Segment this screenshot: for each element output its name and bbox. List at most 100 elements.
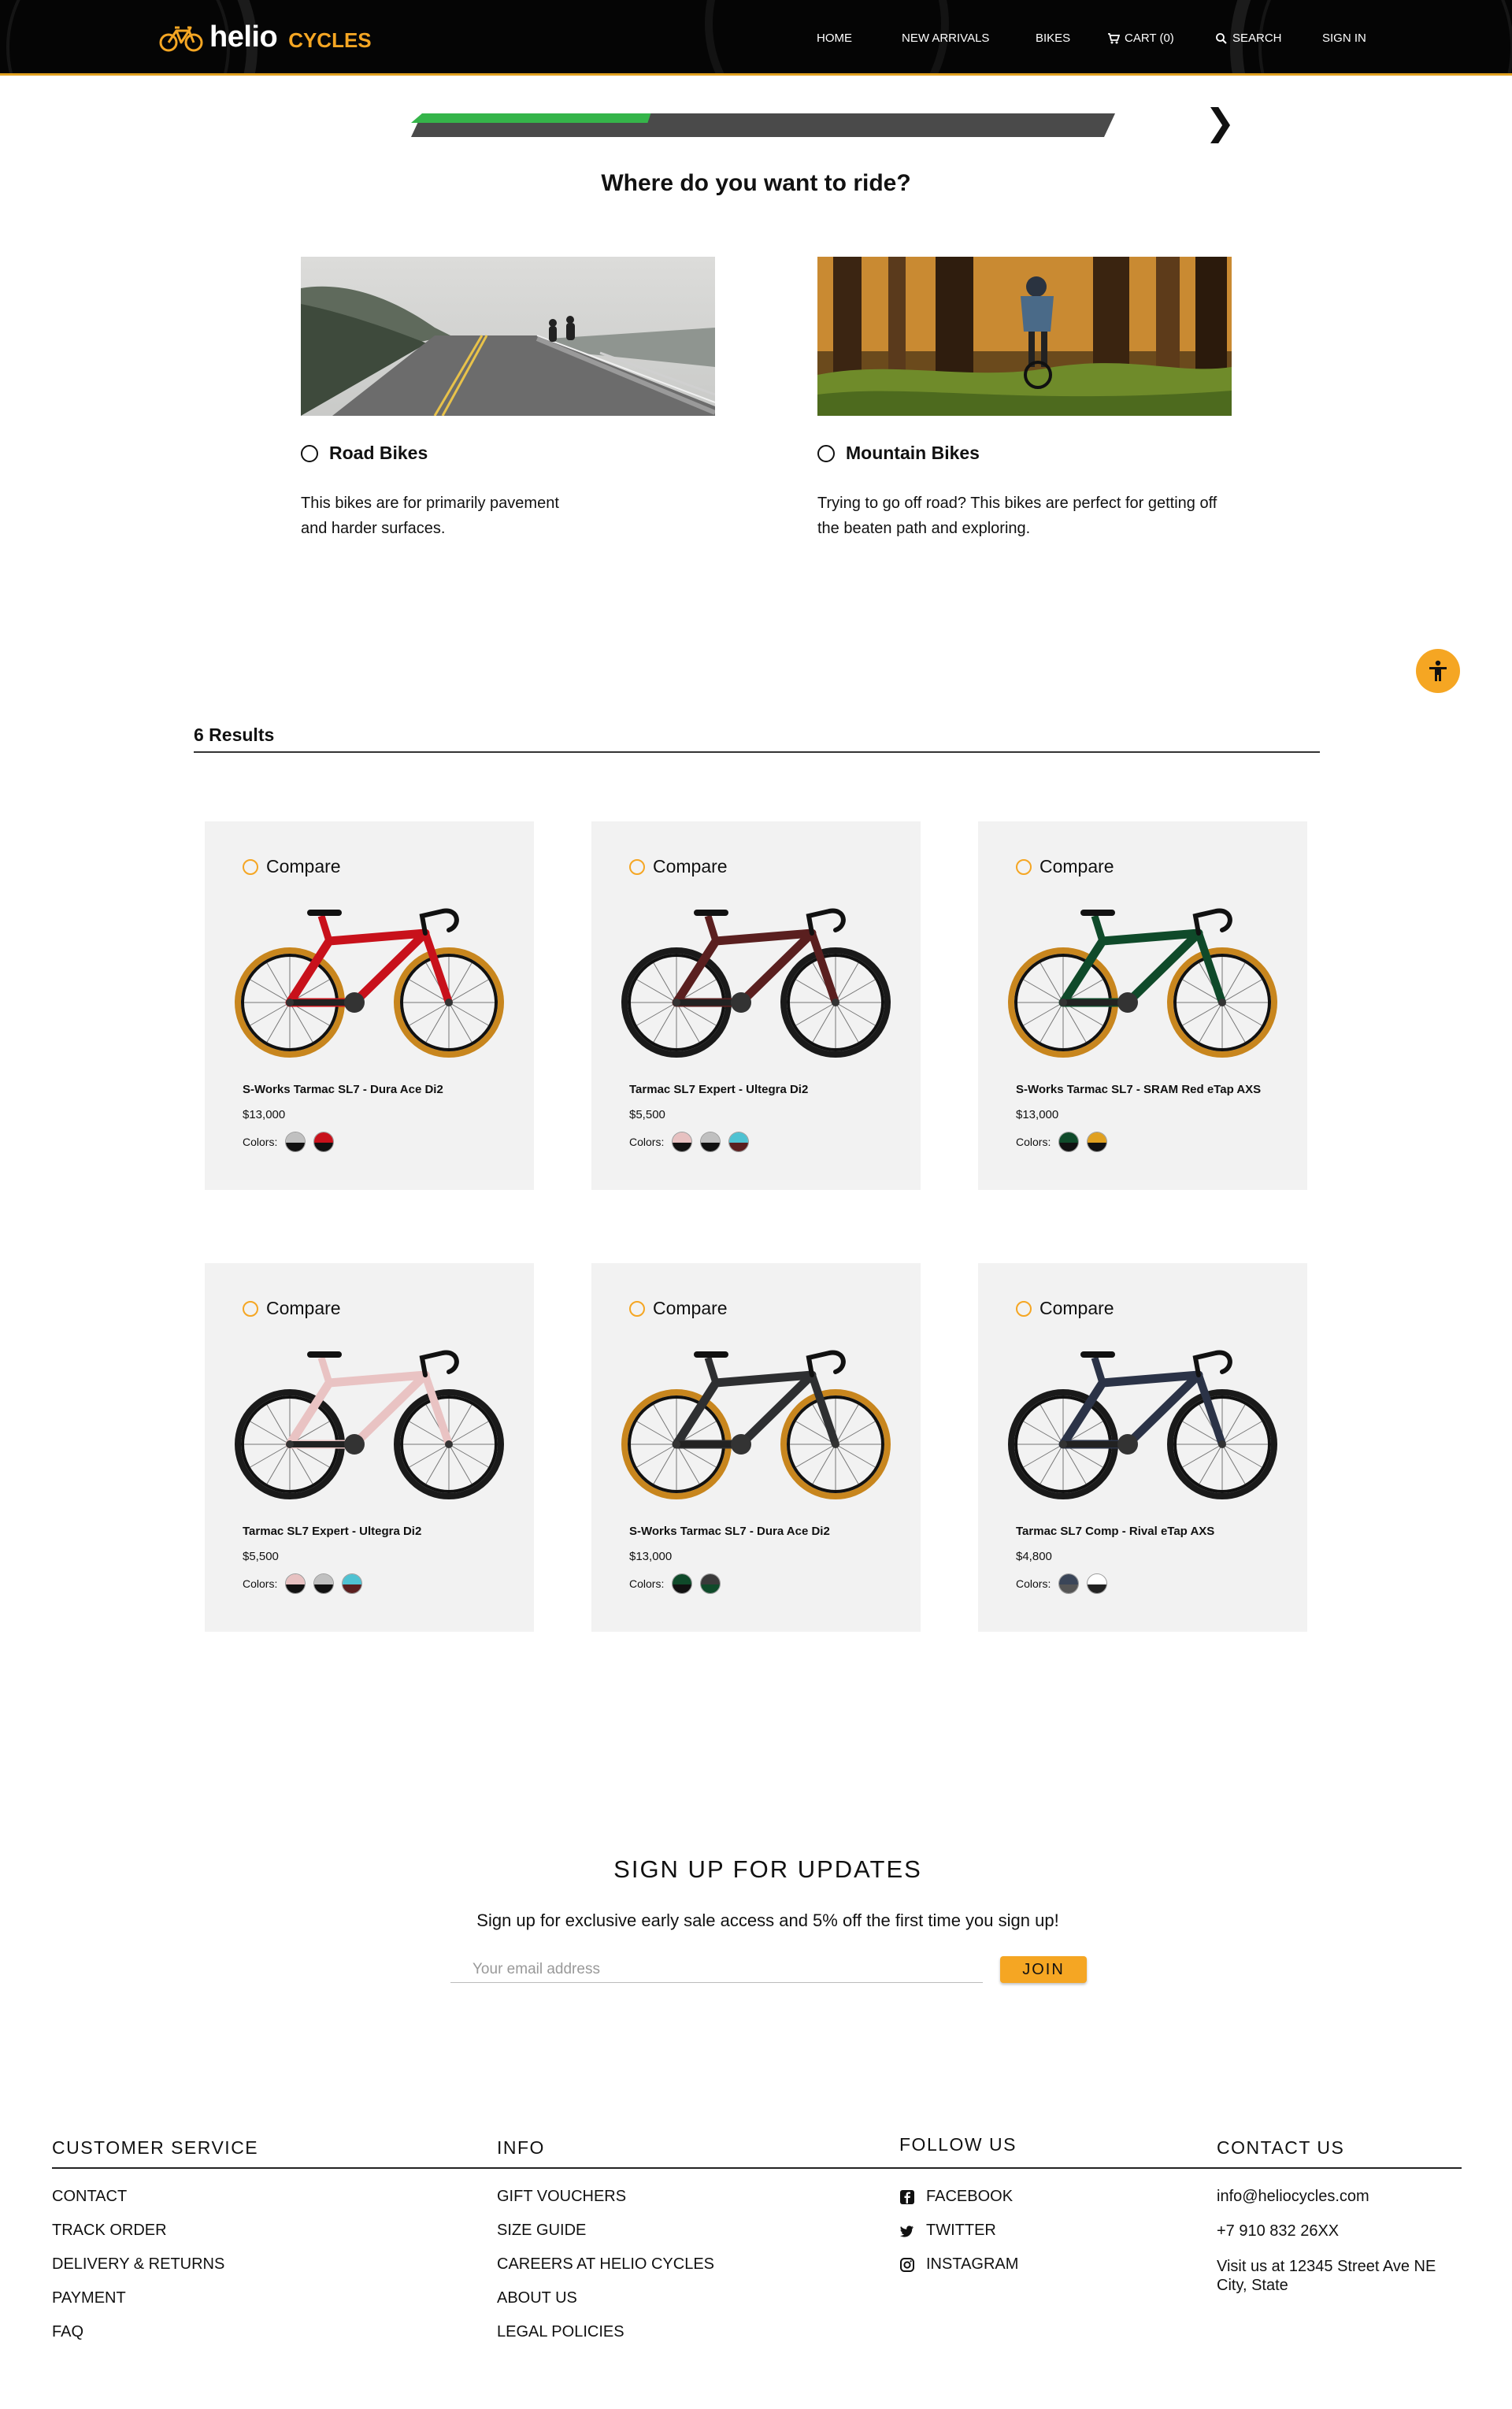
product-price: $13,000: [243, 1108, 286, 1121]
road-bikes-label[interactable]: Road Bikes: [301, 443, 715, 464]
color-swatch[interactable]: [728, 1132, 750, 1152]
footer-link-gift-vouchers[interactable]: GIFT VOUCHERS: [497, 2188, 626, 2206]
product-name[interactable]: Tarmac SL7 Expert - Ultegra Di2: [629, 1083, 808, 1096]
product-name[interactable]: S-Works Tarmac SL7 - SRAM Red eTap AXS: [1016, 1083, 1261, 1096]
footer-follow-us: FOLLOW US FACEBOOK TWITTER INSTAGRAM: [899, 2134, 1018, 2273]
color-swatch[interactable]: [313, 1573, 335, 1594]
color-swatch[interactable]: [1058, 1132, 1080, 1152]
footer-link-about-us[interactable]: ABOUT US: [497, 2289, 577, 2307]
compare-label: Compare: [653, 1298, 728, 1318]
color-options: Colors:: [1016, 1573, 1108, 1594]
compare-toggle[interactable]: Compare: [629, 856, 728, 877]
compare-radio[interactable]: [243, 1300, 258, 1317]
contact-phone[interactable]: +7 910 832 26XX: [1217, 2222, 1339, 2240]
nav-search-label: SEARCH: [1232, 32, 1282, 45]
compare-radio[interactable]: [1016, 1300, 1032, 1317]
compare-radio[interactable]: [629, 1300, 645, 1317]
footer-link-faq[interactable]: FAQ: [52, 2323, 83, 2341]
bike-image: [621, 1350, 891, 1499]
compare-label: Compare: [1040, 1298, 1114, 1318]
compare-toggle[interactable]: Compare: [243, 1298, 341, 1319]
product-name[interactable]: Tarmac SL7 Expert - Ultegra Di2: [243, 1525, 421, 1538]
signup-title: SIGN UP FOR UPDATES: [613, 1855, 922, 1883]
footer-link-track-order[interactable]: TRACK ORDER: [52, 2222, 167, 2240]
next-step-arrow-icon[interactable]: ❯: [1205, 101, 1236, 143]
compare-toggle[interactable]: Compare: [1016, 856, 1114, 877]
join-button[interactable]: JOIN: [1000, 1956, 1087, 1983]
color-swatch[interactable]: [285, 1132, 306, 1152]
footer-link-facebook[interactable]: FACEBOOK: [899, 2188, 1013, 2206]
accessibility-icon: [1429, 660, 1447, 681]
footer-link-twitter[interactable]: TWITTER: [899, 2222, 996, 2240]
contact-address: Visit us at 12345 Street Ave NE City, St…: [1217, 2258, 1436, 2294]
compare-label: Compare: [653, 856, 728, 877]
color-swatch[interactable]: [313, 1132, 335, 1152]
color-swatch[interactable]: [700, 1573, 721, 1594]
accessibility-button[interactable]: [1416, 649, 1460, 693]
footer-heading: INFO: [497, 2137, 545, 2158]
instagram-label: INSTAGRAM: [926, 2255, 1019, 2273]
nav-home[interactable]: HOME: [817, 32, 852, 45]
nav-bikes[interactable]: BIKES: [1036, 32, 1070, 45]
twitter-icon: [899, 2225, 914, 2237]
product-card[interactable]: Compare S-Works Tarmac SL7 - SRAM Red eT…: [978, 821, 1307, 1190]
footer-link-careers[interactable]: CAREERS AT HELIO CYCLES: [497, 2255, 714, 2274]
bike-image: [235, 908, 504, 1058]
color-swatch[interactable]: [342, 1573, 363, 1594]
color-swatch[interactable]: [1087, 1132, 1108, 1152]
road-bikes-radio[interactable]: [301, 444, 318, 462]
option-mountain-bikes[interactable]: Mountain Bikes Trying to go off road? Th…: [817, 257, 1232, 541]
mountain-bikes-title: Mountain Bikes: [846, 443, 980, 463]
color-swatch[interactable]: [672, 1132, 693, 1152]
footer-link-legal-policies[interactable]: LEGAL POLICIES: [497, 2323, 624, 2341]
color-options: Colors:: [629, 1132, 750, 1152]
compare-radio[interactable]: [1016, 858, 1032, 875]
results-count: 6 Results: [194, 725, 275, 745]
footer-divider: [52, 2167, 1462, 2169]
mountain-bikes-radio[interactable]: [817, 444, 835, 462]
color-swatch[interactable]: [672, 1573, 693, 1594]
product-name[interactable]: S-Works Tarmac SL7 - Dura Ace Di2: [243, 1083, 443, 1096]
compare-label: Compare: [266, 856, 341, 877]
wizard-question: Where do you want to ride?: [601, 170, 911, 196]
compare-radio[interactable]: [243, 858, 258, 875]
email-input[interactable]: [450, 1956, 983, 1983]
product-name[interactable]: Tarmac SL7 Comp - Rival eTap AXS: [1016, 1525, 1214, 1538]
compare-toggle[interactable]: Compare: [243, 856, 341, 877]
contact-email[interactable]: info@heliocycles.com: [1217, 2188, 1369, 2206]
product-card[interactable]: Compare S-Works Tarmac SL7 - Dura Ace Di…: [591, 1263, 921, 1632]
progress-fill: [411, 113, 651, 123]
footer-info: INFO GIFT VOUCHERS SIZE GUIDE CAREERS AT…: [497, 2137, 714, 2340]
mountain-bikes-label[interactable]: Mountain Bikes: [817, 443, 1232, 464]
nav-cart[interactable]: CART (0): [1107, 32, 1174, 45]
colors-label: Colors:: [629, 1577, 665, 1590]
footer-link-delivery-returns[interactable]: DELIVERY & RETURNS: [52, 2255, 224, 2274]
nav-sign-in[interactable]: SIGN IN: [1322, 32, 1366, 45]
color-swatch[interactable]: [700, 1132, 721, 1152]
footer-link-payment[interactable]: PAYMENT: [52, 2289, 126, 2307]
footer-link-size-guide[interactable]: SIZE GUIDE: [497, 2222, 586, 2240]
product-card[interactable]: Compare S-Works Tarmac SL7 - Dura Ace Di…: [205, 821, 534, 1190]
product-card[interactable]: Compare Tarmac SL7 Comp - Rival eTap AXS…: [978, 1263, 1307, 1632]
footer-contact-us: CONTACT US info@heliocycles.com +7 910 8…: [1217, 2137, 1436, 2294]
color-swatch[interactable]: [1058, 1573, 1080, 1594]
compare-toggle[interactable]: Compare: [1016, 1298, 1114, 1319]
site-logo[interactable]: helio CYCLES: [159, 20, 372, 54]
product-card[interactable]: Compare Tarmac SL7 Expert - Ultegra Di2 …: [591, 821, 921, 1190]
twitter-label: TWITTER: [926, 2222, 996, 2239]
color-swatch[interactable]: [285, 1573, 306, 1594]
color-options: Colors:: [243, 1573, 363, 1594]
product-name[interactable]: S-Works Tarmac SL7 - Dura Ace Di2: [629, 1525, 830, 1538]
option-road-bikes[interactable]: Road Bikes This bikes are for primarily …: [301, 257, 715, 541]
color-swatch[interactable]: [1087, 1573, 1108, 1594]
footer-link-instagram[interactable]: INSTAGRAM: [899, 2255, 1018, 2274]
logo-name: helio: [209, 20, 278, 54]
signup-description: Sign up for exclusive early sale access …: [476, 1911, 1059, 1930]
footer-customer-service: CUSTOMER SERVICE CONTACT TRACK ORDER DEL…: [52, 2137, 258, 2340]
nav-new-arrivals[interactable]: NEW ARRIVALS: [902, 32, 989, 45]
nav-search[interactable]: SEARCH: [1215, 32, 1282, 45]
product-card[interactable]: Compare Tarmac SL7 Expert - Ultegra Di2 …: [205, 1263, 534, 1632]
compare-radio[interactable]: [629, 858, 645, 875]
footer-link-contact[interactable]: CONTACT: [52, 2188, 127, 2206]
compare-toggle[interactable]: Compare: [629, 1298, 728, 1319]
